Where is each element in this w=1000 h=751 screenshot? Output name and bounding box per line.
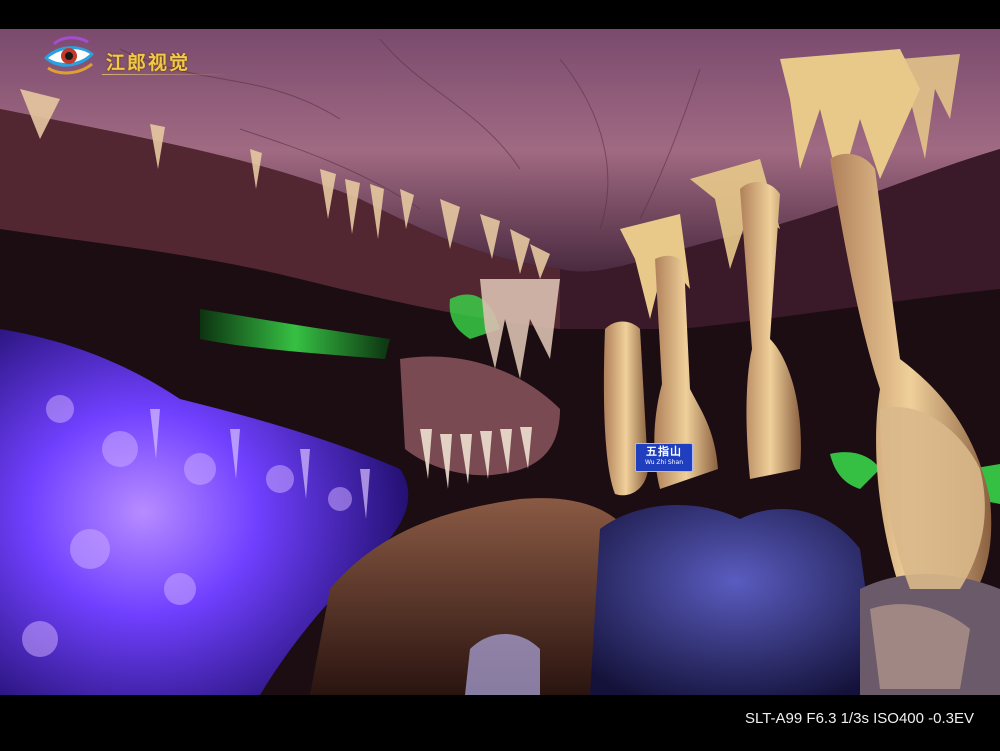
cave-photo [0, 29, 1000, 695]
watermark: 江郎视觉 [40, 34, 230, 80]
location-sign: 五指山 Wu Zhi Shan [635, 443, 693, 472]
watermark-underline [102, 74, 228, 75]
sign-title: 五指山 [646, 445, 682, 458]
eye-logo-icon [44, 36, 94, 75]
watermark-text: 江郎视觉 [106, 52, 191, 74]
sign-subtitle: Wu Zhi Shan [644, 459, 683, 466]
exif-caption: SLT-A99 F6.3 1/3s ISO400 -0.3EV [744, 710, 974, 727]
